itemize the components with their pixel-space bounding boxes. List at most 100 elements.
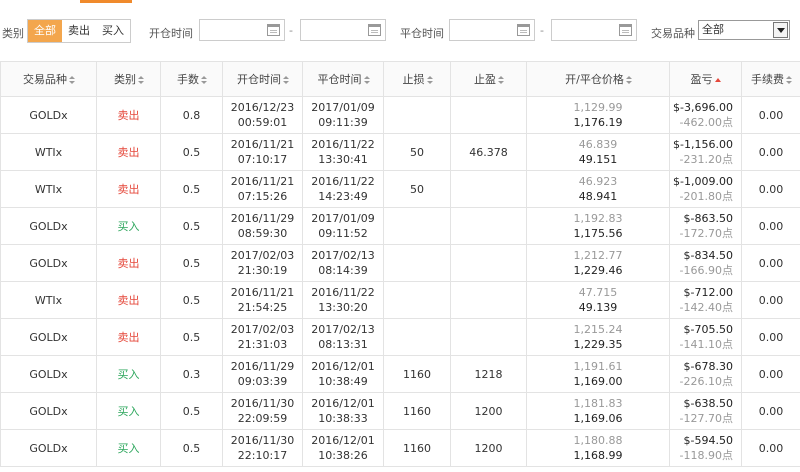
table-row[interactable]: WTIx 卖出 0.5 2016/11/21 21:54:25 2016/11/22 13:… bbox=[0, 281, 800, 319]
pnl-amount: $-1,156.00 bbox=[673, 138, 733, 151]
column-header-pnl[interactable]: 盈亏 bbox=[669, 61, 742, 97]
sort-icon[interactable] bbox=[283, 75, 289, 85]
cell-close-time: 2017/01/09 09:11:39 bbox=[302, 96, 384, 134]
type-filter-label: 类别 bbox=[2, 27, 24, 40]
cell-pnl: $-594.50 -118.90点 bbox=[669, 429, 742, 467]
cell-fee: 0.00 bbox=[741, 244, 800, 282]
open-price: 1,191.61 bbox=[573, 360, 623, 373]
close-time-end-input[interactable] bbox=[554, 21, 618, 41]
type-option-all[interactable]: 全部 bbox=[28, 20, 62, 42]
cell-lots: 0.5 bbox=[160, 133, 223, 171]
sort-icon[interactable] bbox=[138, 75, 144, 85]
range-dash: - bbox=[540, 24, 544, 37]
pnl-amount: $-712.00 bbox=[683, 286, 733, 299]
sort-icon[interactable] bbox=[498, 75, 504, 85]
cell-close-time: 2017/01/09 09:11:52 bbox=[302, 207, 384, 245]
column-header-take-profit[interactable]: 止盈 bbox=[450, 61, 527, 97]
sort-icon[interactable] bbox=[786, 75, 792, 85]
cell-type: 买入 bbox=[96, 392, 161, 430]
sort-ascending-icon[interactable] bbox=[714, 78, 721, 82]
close-time-start-field[interactable] bbox=[449, 19, 535, 41]
calendar-icon[interactable] bbox=[619, 24, 632, 36]
table-row[interactable]: WTIx 卖出 0.5 2016/11/21 07:15:26 2016/11/22 14:… bbox=[0, 170, 800, 208]
close-price: 1,169.00 bbox=[573, 375, 623, 388]
cell-close-time: 2017/02/13 08:13:31 bbox=[302, 318, 384, 356]
close-clock: 10:38:49 bbox=[318, 375, 368, 388]
close-time-end-field[interactable] bbox=[551, 19, 637, 41]
sort-icon[interactable] bbox=[69, 75, 75, 85]
open-time-start-field[interactable] bbox=[199, 19, 285, 41]
chevron-down-icon[interactable] bbox=[773, 22, 788, 38]
cell-take-profit: 1218 bbox=[450, 355, 527, 393]
table-row[interactable]: GOLDx 买入 0.5 2016/11/30 22:09:59 2016/12/01 10… bbox=[0, 392, 800, 430]
table-row[interactable]: GOLDx 卖出 0.8 2016/12/23 00:59:01 2017/01/09 09… bbox=[0, 96, 800, 134]
close-date: 2017/02/13 bbox=[311, 249, 375, 262]
column-header-product[interactable]: 交易品种 bbox=[0, 61, 97, 97]
table-row[interactable]: GOLDx 买入 0.5 2016/11/30 22:10:17 2016/12/01 10… bbox=[0, 429, 800, 467]
calendar-icon[interactable] bbox=[517, 24, 530, 36]
sort-icon[interactable] bbox=[363, 75, 370, 85]
pnl-points: -231.20点 bbox=[679, 153, 733, 166]
column-header-open-time[interactable]: 开仓时间 bbox=[222, 61, 303, 97]
sort-icon[interactable] bbox=[625, 75, 632, 85]
column-header-lots[interactable]: 手数 bbox=[160, 61, 223, 97]
cell-pnl: $-678.30 -226.10点 bbox=[669, 355, 742, 393]
pnl-amount: $-678.30 bbox=[683, 360, 733, 373]
type-option-sell[interactable]: 卖出 bbox=[62, 20, 96, 42]
close-date: 2016/12/01 bbox=[311, 397, 375, 410]
cell-product: GOLDx bbox=[0, 244, 97, 282]
open-clock: 21:31:03 bbox=[237, 338, 288, 351]
sort-icon[interactable] bbox=[426, 75, 433, 85]
calendar-icon[interactable] bbox=[368, 24, 381, 36]
table-row[interactable]: GOLDx 买入 0.3 2016/11/29 09:03:39 2016/12/01 10… bbox=[0, 355, 800, 393]
column-header-fee[interactable]: 手续费 bbox=[741, 61, 800, 97]
calendar-icon[interactable] bbox=[267, 24, 280, 36]
product-select-value: 全部 bbox=[702, 23, 724, 36]
table-row[interactable]: GOLDx 卖出 0.5 2017/02/03 21:31:03 2017/02/13 08… bbox=[0, 318, 800, 356]
close-price: 1,175.56 bbox=[573, 227, 623, 240]
close-time-start-input[interactable] bbox=[452, 21, 516, 41]
cell-take-profit bbox=[450, 96, 527, 134]
cell-open-time: 2016/11/21 21:54:25 bbox=[222, 281, 303, 319]
close-price: 49.151 bbox=[578, 153, 618, 166]
cell-stop-loss bbox=[383, 244, 451, 282]
table-row[interactable]: GOLDx 卖出 0.5 2017/02/03 21:30:19 2017/02/13 08… bbox=[0, 244, 800, 282]
open-time-end-field[interactable] bbox=[300, 19, 386, 41]
cell-open-time: 2017/02/03 21:31:03 bbox=[222, 318, 303, 356]
cell-stop-loss bbox=[383, 207, 451, 245]
active-tab-indicator bbox=[80, 0, 132, 3]
cell-lots: 0.5 bbox=[160, 429, 223, 467]
pnl-amount: $-638.50 bbox=[683, 397, 733, 410]
cell-type: 买入 bbox=[96, 355, 161, 393]
cell-product: WTIx bbox=[0, 281, 97, 319]
open-time-start-input[interactable] bbox=[202, 21, 266, 41]
pnl-points: -172.70点 bbox=[679, 227, 733, 240]
open-date: 2016/12/23 bbox=[230, 101, 295, 114]
table-row[interactable]: WTIx 卖出 0.5 2016/11/21 07:10:17 2016/11/22 13:… bbox=[0, 133, 800, 171]
pnl-points: -127.70点 bbox=[679, 412, 733, 425]
cell-price: 46.923 48.941 bbox=[526, 170, 670, 208]
cell-pnl: $-1,156.00 -231.20点 bbox=[669, 133, 742, 171]
cell-close-time: 2016/12/01 10:38:33 bbox=[302, 392, 384, 430]
product-select[interactable]: 全部 bbox=[698, 20, 790, 40]
sort-icon[interactable] bbox=[201, 75, 207, 85]
close-date: 2016/11/22 bbox=[311, 138, 375, 151]
cell-fee: 0.00 bbox=[741, 318, 800, 356]
column-header-type[interactable]: 类别 bbox=[96, 61, 161, 97]
cell-pnl: $-1,009.00 -201.80点 bbox=[669, 170, 742, 208]
cell-price: 1,215.24 1,229.35 bbox=[526, 318, 670, 356]
cell-close-time: 2016/11/22 14:23:49 bbox=[302, 170, 384, 208]
column-header-stop-loss[interactable]: 止损 bbox=[383, 61, 451, 97]
cell-open-time: 2016/12/23 00:59:01 bbox=[222, 96, 303, 134]
close-price: 1,168.99 bbox=[573, 449, 623, 462]
cell-price: 1,129.99 1,176.19 bbox=[526, 96, 670, 134]
open-clock: 09:03:39 bbox=[237, 375, 288, 388]
column-header-price[interactable]: 开/平仓价格 bbox=[526, 61, 670, 97]
trade-history-table: 交易品种 类别 手数 开仓时间 平仓时间 止损 止盈 开/平仓价格 盈亏 手续费… bbox=[0, 61, 800, 467]
cell-product: GOLDx bbox=[0, 355, 97, 393]
cell-take-profit bbox=[450, 318, 527, 356]
column-header-close-time[interactable]: 平仓时间 bbox=[302, 61, 384, 97]
type-option-buy[interactable]: 买入 bbox=[96, 20, 130, 42]
open-time-end-input[interactable] bbox=[303, 21, 367, 41]
table-row[interactable]: GOLDx 买入 0.5 2016/11/29 08:59:30 2017/01/09 09… bbox=[0, 207, 800, 245]
